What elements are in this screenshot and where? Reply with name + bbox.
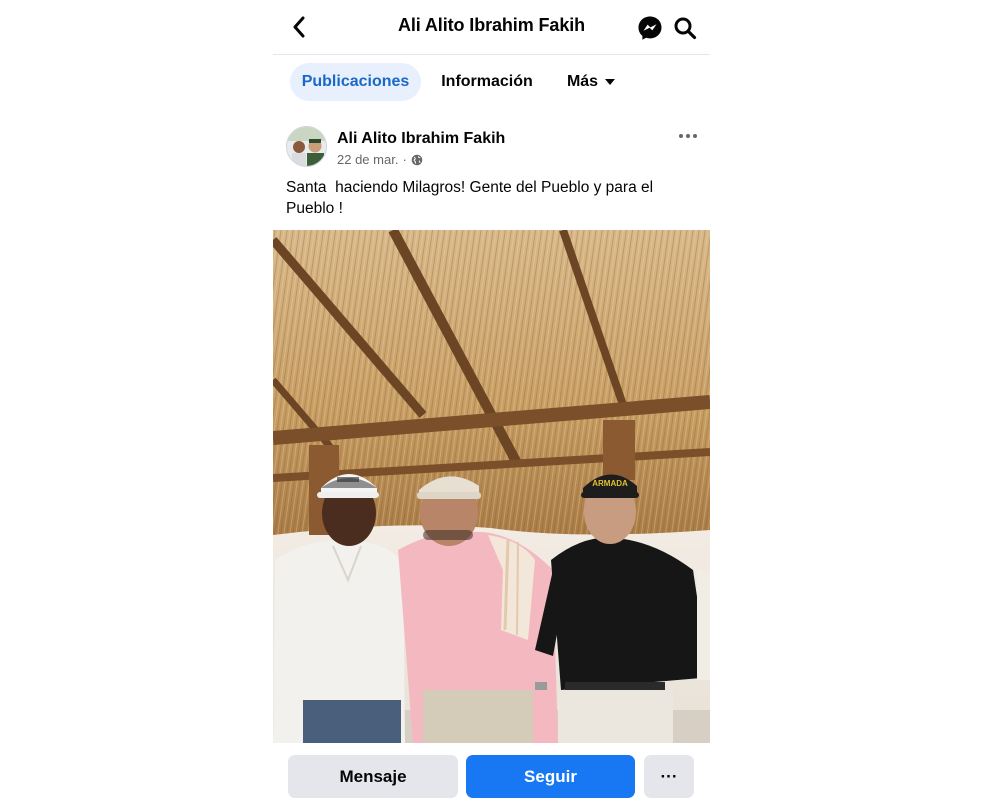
globe-icon xyxy=(411,154,423,165)
author-avatar[interactable] xyxy=(286,126,327,167)
messenger-icon xyxy=(638,16,662,40)
profile-tabs: Publicaciones Información Más xyxy=(273,63,710,101)
avatar-image xyxy=(287,127,326,166)
search-button[interactable] xyxy=(671,14,699,42)
top-navigation-bar: Ali Alito Ibrahim Fakih xyxy=(273,0,710,55)
more-horizontal-icon xyxy=(679,134,697,138)
tab-label: Más xyxy=(566,73,599,90)
caret-down-icon xyxy=(605,79,616,85)
facebook-profile-screen: Ali Alito Ibrahim Fakih Publicaciones In… xyxy=(273,0,710,811)
tab-publicaciones[interactable]: Publicaciones xyxy=(290,63,421,101)
post-text: Santa haciendo Milagros! Gente del Puebl… xyxy=(286,179,654,217)
chevron-left-icon xyxy=(293,16,305,38)
back-button[interactable] xyxy=(287,14,311,40)
post-meta: 22 de mar. · xyxy=(337,152,423,167)
message-button[interactable]: Mensaje xyxy=(288,755,458,798)
follow-button[interactable]: Seguir xyxy=(466,755,635,798)
search-icon xyxy=(674,17,697,40)
more-options-label: ··· xyxy=(660,766,678,786)
page-title: Ali Alito Ibrahim Fakih xyxy=(397,15,586,35)
messenger-button[interactable] xyxy=(636,14,664,42)
post-author-name[interactable]: Ali Alito Ibrahim Fakih xyxy=(337,130,505,148)
more-options-button[interactable]: ··· xyxy=(644,755,694,798)
post-photo[interactable]: ARMADA xyxy=(273,230,710,743)
tab-label: Publicaciones xyxy=(301,73,410,90)
post-options-button[interactable] xyxy=(673,126,703,146)
meta-separator: · xyxy=(402,152,407,167)
tab-label: Información xyxy=(441,73,533,90)
cap-text: ARMADA xyxy=(592,479,628,488)
tab-informacion[interactable]: Información xyxy=(432,63,542,101)
follow-button-label: Seguir xyxy=(524,766,577,786)
photo-illustration: ARMADA xyxy=(273,230,710,743)
message-button-label: Mensaje xyxy=(339,766,407,786)
post-date[interactable]: 22 de mar. xyxy=(337,152,398,167)
tab-mas[interactable]: Más xyxy=(556,63,626,101)
